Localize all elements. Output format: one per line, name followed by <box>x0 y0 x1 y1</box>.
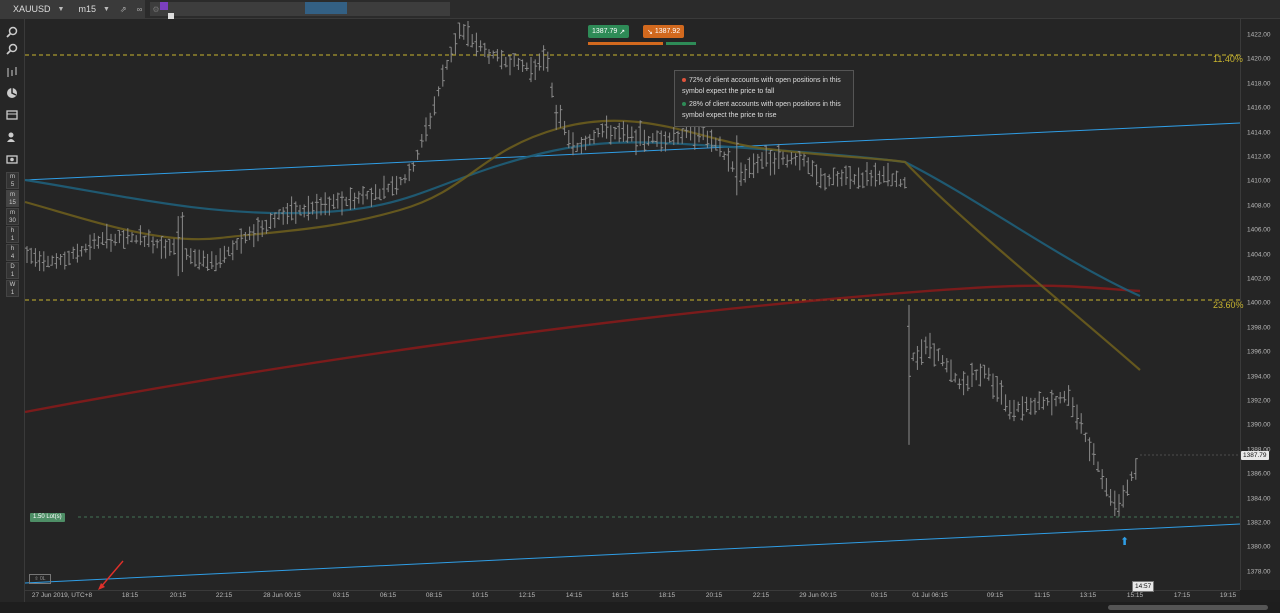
time-tick: 27 Jun 2019, UTC+8 <box>31 592 93 599</box>
time-tick: 03:15 <box>332 592 350 599</box>
price-tick: 1392.00 <box>1247 397 1271 405</box>
price-tick: 1380.00 <box>1247 543 1271 551</box>
time-tick: 13:15 <box>1079 592 1097 599</box>
price-tick: 1418.00 <box>1247 80 1271 88</box>
time-marker-label: 14:57 <box>1132 581 1155 592</box>
price-tick: 1396.00 <box>1247 348 1271 356</box>
price-tick: 1410.00 <box>1247 177 1271 185</box>
price-tick: 1394.00 <box>1247 373 1271 381</box>
time-tick: 14:15 <box>565 592 583 599</box>
red-arrow-annotation <box>99 560 124 589</box>
sentiment-tooltip: 72% of client accounts with open positio… <box>674 70 854 127</box>
price-tick: 1382.00 <box>1247 519 1271 527</box>
current-price-label: 1387.79 <box>1241 451 1269 460</box>
time-tick: 22:15 <box>215 592 233 599</box>
time-tick: 16:15 <box>611 592 629 599</box>
lot-size-badge[interactable]: 1.50 Lot(s) <box>30 513 65 522</box>
time-tick: 11:15 <box>1034 592 1050 599</box>
time-tick: 17:15 <box>1173 592 1191 599</box>
up-arrow-icon: ⬆ <box>1120 536 1130 548</box>
moving-average-medium <box>24 141 1141 298</box>
green-dot-icon <box>682 102 686 107</box>
chart-canvas <box>24 20 1241 590</box>
time-tick: 09:15 <box>986 592 1004 599</box>
time-tick: 29 Jun 00:15 <box>799 592 837 599</box>
price-tick: 1412.00 <box>1247 153 1271 161</box>
price-tick: 1422.00 <box>1247 31 1271 39</box>
mini-panel-toggle[interactable]: ⇳ 0L <box>29 574 51 584</box>
price-axis[interactable]: 1422.00 1420.00 1418.00 1416.00 1414.00 1412.… <box>1240 19 1280 590</box>
time-tick: 12:15 <box>518 592 536 599</box>
fib-level-lower: 23.60% <box>1213 300 1244 310</box>
price-tick: 1408.00 <box>1247 202 1271 210</box>
fib-level-upper: 11.40% <box>1213 54 1243 64</box>
price-tick: 1406.00 <box>1247 226 1271 234</box>
trend-line-upper <box>24 122 1241 181</box>
time-tick: 22:15 <box>752 592 770 599</box>
time-tick: 01 Jul 06:15 <box>912 592 948 599</box>
time-tick: 18:15 <box>121 592 139 599</box>
time-tick: 08:15 <box>425 592 443 599</box>
trend-line-lower <box>24 523 1241 584</box>
price-tick: 1386.00 <box>1247 470 1271 478</box>
time-tick: 18:15 <box>658 592 676 599</box>
scrollbar-thumb[interactable] <box>1108 605 1268 610</box>
moving-average-slow <box>24 284 1141 414</box>
sell-price-button[interactable]: ↘ 1387.92 <box>643 25 685 38</box>
time-tick: 20:15 <box>705 592 723 599</box>
price-tick: 1404.00 <box>1247 251 1271 259</box>
time-tick: 06:15 <box>379 592 397 599</box>
price-tick: 1402.00 <box>1247 275 1271 283</box>
price-tick: 1390.00 <box>1247 421 1271 429</box>
red-dot-icon <box>682 78 686 83</box>
price-tick: 1384.00 <box>1247 495 1271 503</box>
sentiment-buy-bar <box>666 42 696 45</box>
time-tick: 10:15 <box>471 592 489 599</box>
time-tick: 03:15 <box>870 592 888 599</box>
sentiment-sell-bar <box>588 42 663 45</box>
price-tick: 1414.00 <box>1247 129 1271 137</box>
buy-price-button[interactable]: 1387.79 ↗ <box>588 25 630 38</box>
price-tick: 1420.00 <box>1247 55 1271 63</box>
time-tick: 15:15 <box>1126 592 1144 599</box>
sentiment-fall-text: 72% of client accounts with open positio… <box>682 77 841 95</box>
price-tick: 1400.00 <box>1247 299 1271 307</box>
moving-average-fast <box>24 119 1141 371</box>
price-tick: 1378.00 <box>1247 568 1271 576</box>
price-tick: 1398.00 <box>1247 324 1271 332</box>
time-tick: 20:15 <box>169 592 187 599</box>
horizontal-scrollbar[interactable] <box>0 602 1280 613</box>
time-tick: 28 Jun 00:15 <box>263 592 301 599</box>
sentiment-rise-text: 28% of client accounts with open positio… <box>682 101 841 119</box>
price-tick: 1416.00 <box>1247 104 1271 112</box>
time-tick: 19:15 <box>1219 592 1237 599</box>
